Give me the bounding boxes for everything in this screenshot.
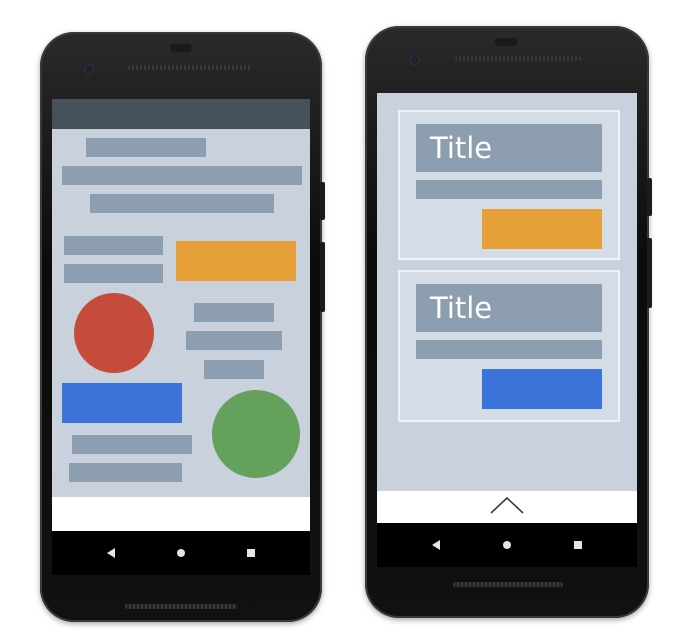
card-action-button[interactable] xyxy=(482,369,602,409)
bottom-speaker xyxy=(125,604,237,609)
green-circle[interactable] xyxy=(212,390,300,478)
text-placeholder xyxy=(64,264,163,283)
red-circle[interactable] xyxy=(74,293,154,373)
blue-rectangle[interactable] xyxy=(62,383,182,423)
card-text-placeholder xyxy=(416,180,602,199)
card[interactable]: Title xyxy=(398,110,620,260)
text-placeholder xyxy=(64,236,163,255)
phone-right: Title Title xyxy=(365,26,652,618)
bottom-sheet-bar[interactable] xyxy=(377,491,637,523)
front-camera-icon xyxy=(411,56,419,64)
text-placeholder xyxy=(72,435,192,454)
bottom-speaker xyxy=(453,582,563,587)
volume-button[interactable] xyxy=(647,238,652,308)
navigation-bar xyxy=(52,531,310,575)
text-placeholder xyxy=(69,463,182,482)
top-speaker xyxy=(455,56,581,61)
text-placeholder xyxy=(204,360,264,379)
top-speaker xyxy=(128,65,252,70)
text-placeholder xyxy=(186,331,282,350)
content-area xyxy=(52,129,310,497)
text-placeholder xyxy=(90,194,274,213)
earpiece xyxy=(170,44,192,52)
front-camera-icon xyxy=(85,65,93,73)
power-button[interactable] xyxy=(647,178,652,216)
back-icon[interactable] xyxy=(107,548,115,558)
back-icon[interactable] xyxy=(432,540,440,550)
card-action-button[interactable] xyxy=(482,209,602,249)
recents-icon[interactable] xyxy=(247,549,255,557)
status-bar xyxy=(52,99,310,129)
screen-right: Title Title xyxy=(377,93,637,523)
recents-icon[interactable] xyxy=(574,541,582,549)
content-area: Title Title xyxy=(377,93,637,491)
phone-left xyxy=(40,32,325,622)
earpiece xyxy=(495,38,517,46)
screen-left xyxy=(52,99,310,531)
chevron-up-icon[interactable] xyxy=(489,495,525,515)
navigation-bar xyxy=(377,523,637,567)
card-title: Title xyxy=(416,284,602,332)
home-icon[interactable] xyxy=(503,541,511,549)
power-button[interactable] xyxy=(320,182,325,220)
text-placeholder xyxy=(62,166,302,185)
volume-button[interactable] xyxy=(320,242,325,312)
text-placeholder xyxy=(194,303,274,322)
card[interactable]: Title xyxy=(398,270,620,422)
home-icon[interactable] xyxy=(177,549,185,557)
card-text-placeholder xyxy=(416,340,602,359)
card-title: Title xyxy=(416,124,602,172)
text-placeholder xyxy=(86,138,206,157)
orange-rectangle[interactable] xyxy=(176,241,296,281)
